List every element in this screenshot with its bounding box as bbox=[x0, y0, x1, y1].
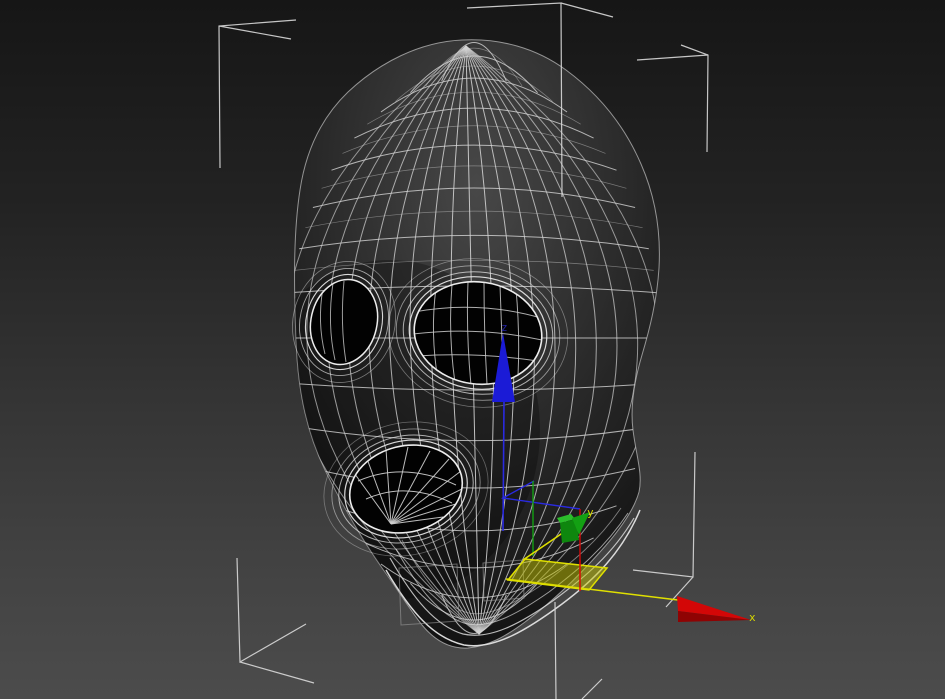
viewport-3d[interactable]: z y x bbox=[0, 0, 945, 699]
z-axis-shaft[interactable] bbox=[502, 401, 505, 532]
gizmo-label-z: z bbox=[501, 321, 508, 334]
head-mesh-object[interactable] bbox=[240, 39, 660, 649]
bracket-corner bbox=[218, 19, 297, 169]
viewport-canvas: z y x bbox=[218, 2, 756, 699]
bracket-corner bbox=[236, 557, 315, 684]
bracket-corner bbox=[632, 451, 696, 608]
bracket-corner bbox=[554, 601, 603, 699]
bracket-corner bbox=[636, 44, 709, 153]
gizmo-label-x: x bbox=[749, 611, 756, 624]
gizmo-label-y: y bbox=[587, 506, 594, 519]
